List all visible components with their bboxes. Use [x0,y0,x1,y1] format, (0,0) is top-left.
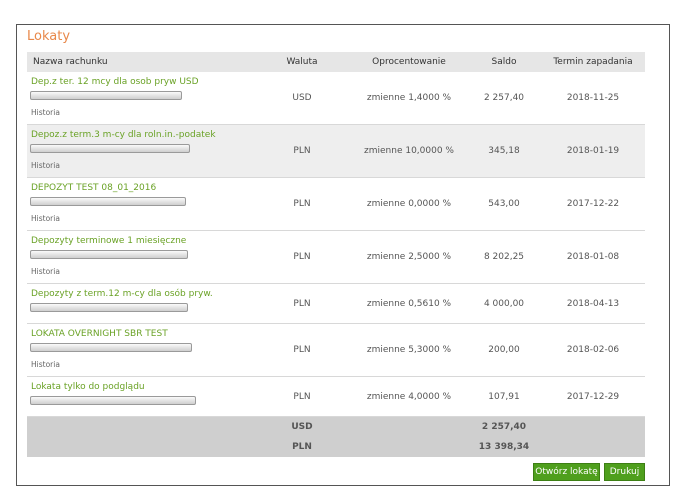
col-header-balance[interactable]: Saldo [467,52,541,72]
account-cell: DEPOZYT TEST 08_01_2016 Historia [27,177,253,231]
history-link[interactable]: Historia [31,214,60,223]
interest-cell: zmienne 0,5610 % [351,283,467,324]
open-deposit-button[interactable]: Otwórz lokatę [533,463,600,481]
account-progress-bar [30,303,188,312]
maturity-cell: 2017-12-22 [541,177,645,231]
maturity-cell: 2018-02-06 [541,323,645,377]
account-cell: Depozyty z term.12 m-cy dla osób pryw. [27,283,253,324]
currency-cell: PLN [253,124,351,178]
account-name-link[interactable]: LOKATA OVERNIGHT SBR TEST [31,329,168,339]
currency-cell: PLN [253,283,351,324]
interest-cell: zmienne 4,0000 % [351,376,467,417]
account-name-link[interactable]: DEPOZYT TEST 08_01_2016 [31,183,156,193]
balance-cell: 200,00 [467,323,541,377]
interest-cell: zmienne 5,3000 % [351,323,467,377]
currency-cell: PLN [253,323,351,377]
balance-cell: 2 257,40 [467,72,541,125]
table-row[interactable]: Depoz.z term.3 m-cy dla roln.in.-podatek… [27,124,645,178]
total-balance: 2 257,40 [467,416,541,437]
interest-cell: zmienne 2,5000 % [351,230,467,284]
total-row: USD 2 257,40 [27,416,645,437]
table-row[interactable]: Lokata tylko do podglądu PLN zmienne 4,0… [27,376,645,417]
history-link[interactable]: Historia [31,161,60,170]
maturity-cell: 2018-11-25 [541,72,645,125]
maturity-cell: 2018-04-13 [541,283,645,324]
account-name-link[interactable]: Depoz.z term.3 m-cy dla roln.in.-podatek [31,130,216,140]
table-row[interactable]: DEPOZYT TEST 08_01_2016 Historia PLN zmi… [27,177,645,231]
history-link[interactable]: Historia [31,108,60,117]
currency-cell: USD [253,72,351,125]
account-cell: Dep.z ter. 12 mcy dla osob pryw USD Hist… [27,72,253,125]
account-progress-bar [30,250,188,259]
table-row[interactable]: Dep.z ter. 12 mcy dla osob pryw USD Hist… [27,72,645,125]
table-row[interactable]: Depozyty z term.12 m-cy dla osób pryw. P… [27,283,645,324]
account-name-link[interactable]: Depozyty terminowe 1 miesięczne [31,236,186,246]
balance-cell: 543,00 [467,177,541,231]
history-link[interactable]: Historia [31,360,60,369]
balance-cell: 8 202,25 [467,230,541,284]
history-link[interactable]: Historia [31,267,60,276]
total-balance: 13 398,34 [467,437,541,457]
account-progress-bar [30,343,192,352]
account-progress-bar [30,197,186,206]
account-name-link[interactable]: Lokata tylko do podglądu [31,382,145,392]
account-cell: Depoz.z term.3 m-cy dla roln.in.-podatek… [27,124,253,178]
account-name-link[interactable]: Dep.z ter. 12 mcy dla osob pryw USD [31,77,199,87]
print-button[interactable]: Drukuj [604,463,645,481]
interest-cell: zmienne 10,0000 % [351,124,467,178]
account-progress-bar [30,144,190,153]
balance-cell: 4 000,00 [467,283,541,324]
balance-cell: 107,91 [467,376,541,417]
total-currency: USD [253,416,351,437]
account-cell: Depozyty terminowe 1 miesięczne Historia [27,230,253,284]
deposits-table: Nazwa rachunku Waluta Oprocentowanie Sal… [27,52,645,457]
balance-cell: 345,18 [467,124,541,178]
interest-cell: zmienne 0,0000 % [351,177,467,231]
section-title: Lokaty [27,29,71,44]
total-row: PLN 13 398,34 [27,437,645,457]
table-row[interactable]: Depozyty terminowe 1 miesięczne Historia… [27,230,645,284]
maturity-cell: 2017-12-29 [541,376,645,417]
currency-cell: PLN [253,230,351,284]
account-progress-bar [30,396,196,405]
currency-cell: PLN [253,376,351,417]
maturity-cell: 2018-01-08 [541,230,645,284]
account-cell: LOKATA OVERNIGHT SBR TEST Historia [27,323,253,377]
col-header-maturity[interactable]: Termin zapadania [541,52,645,72]
account-progress-bar [30,91,182,100]
col-header-currency[interactable]: Waluta [253,52,351,72]
table-header-row: Nazwa rachunku Waluta Oprocentowanie Sal… [27,52,645,72]
maturity-cell: 2018-01-19 [541,124,645,178]
table-row[interactable]: LOKATA OVERNIGHT SBR TEST Historia PLN z… [27,323,645,377]
interest-cell: zmienne 1,4000 % [351,72,467,125]
currency-cell: PLN [253,177,351,231]
account-cell: Lokata tylko do podglądu [27,376,253,417]
deposits-panel: Lokaty Nazwa rachunku Waluta Oprocentowa… [16,24,670,486]
col-header-interest[interactable]: Oprocentowanie [351,52,467,72]
account-name-link[interactable]: Depozyty z term.12 m-cy dla osób pryw. [31,289,213,299]
col-header-name[interactable]: Nazwa rachunku [27,52,253,72]
total-currency: PLN [253,437,351,457]
